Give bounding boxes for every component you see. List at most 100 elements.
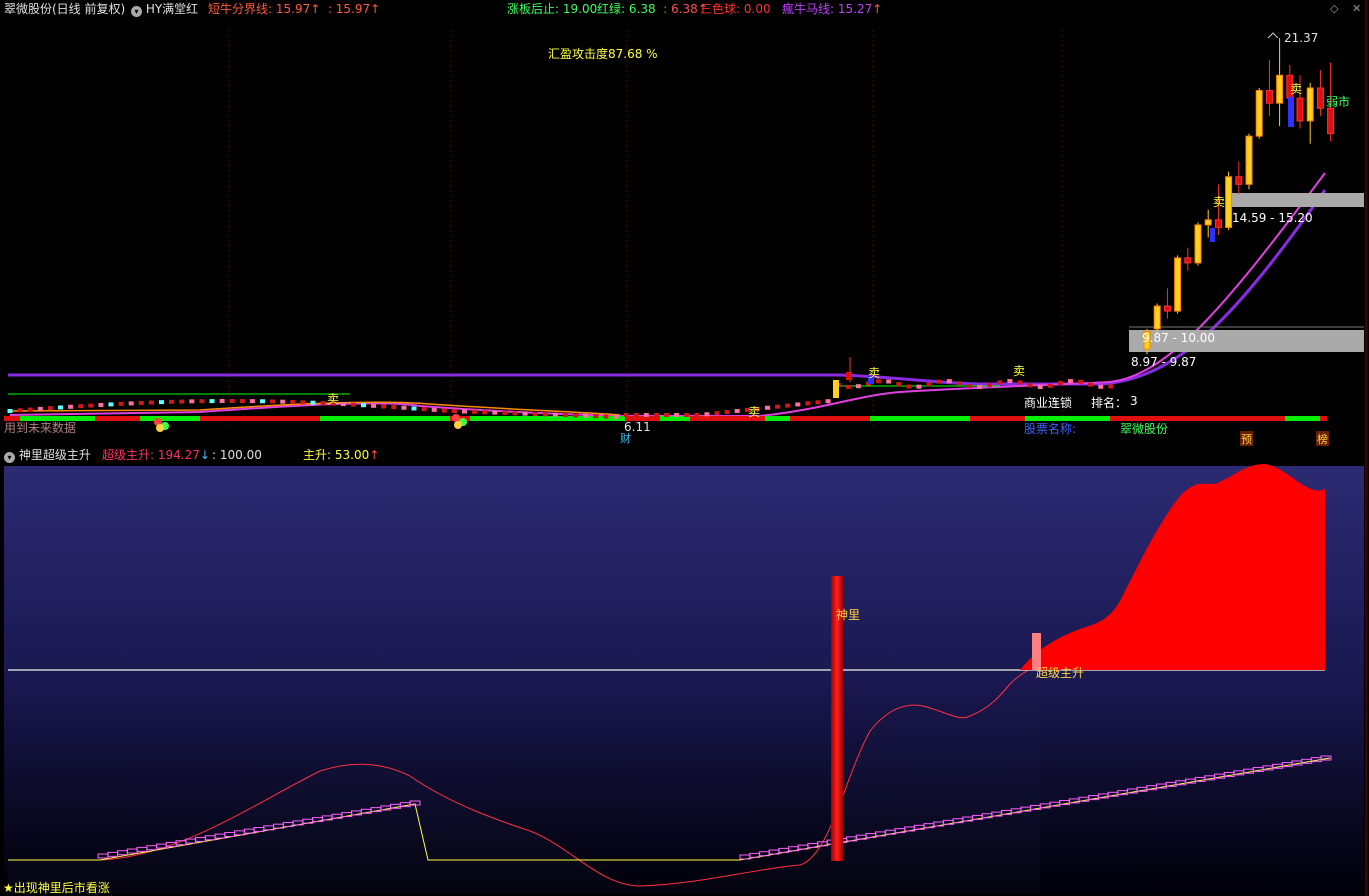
status-segment [870,416,970,421]
candle [785,403,791,408]
candle [441,408,447,413]
candle [17,408,23,413]
candle [128,401,134,406]
candle [310,400,316,405]
candle [1288,97,1294,127]
sub-title[interactable]: ▾ 神里超级主升 [4,447,91,463]
lower-zone-label-a: 9.87 - 10.00 [1142,331,1216,345]
candle [1057,381,1063,386]
candle [846,372,852,380]
level-readout: : 100.00 [212,448,262,462]
lower-zone-label-b: 8.97 - 9.87 [1131,355,1197,369]
info-name-label: 股票名称: [1024,422,1077,436]
candle [492,410,498,415]
upper-zone-label: 14.59 - 15.20 [1232,211,1313,225]
candle [502,410,508,415]
candle [946,379,952,384]
candle [805,401,811,406]
info-name-value: 翠微股份 [1120,422,1169,436]
sell-mark-2: 卖 [748,405,761,419]
candle [977,384,983,389]
candle [1017,380,1023,385]
crazy-bull-readout: 瘋牛马线: 15.27↑ [782,2,883,16]
info-topic: 商业连锁 [1024,396,1073,410]
sell-mark-6: 卖 [1290,82,1303,96]
candle [371,403,377,408]
dropdown-icon[interactable]: ▾ [131,6,142,17]
candle [1088,382,1094,387]
super-main-readout: 超级主升: 194.27↓ [102,448,210,462]
candle [169,399,175,404]
super-main-label: 超级主升 [1036,666,1085,680]
status-segment [470,416,625,421]
candle [78,404,84,409]
short-bull-readout: 短牛分界线: 15.97↑ : 15.97↑ [208,2,381,16]
candle [833,380,839,398]
upper-zone-box [1229,193,1364,207]
candle [684,413,690,417]
candle [1174,255,1182,314]
candle [815,400,821,405]
red-green-readout: 红绿: 6.38 : 6.38↑ [597,2,708,16]
status-segment [1285,416,1320,421]
candle [88,403,94,408]
status-segment [1320,416,1327,421]
candle [573,413,579,418]
candle [58,405,63,410]
candle [1194,222,1202,266]
candle [451,409,457,414]
candle [179,399,185,404]
indicator-name[interactable]: ▾ HY满堂红 [131,1,198,17]
market-state-label: 弱市 [1326,95,1351,109]
main-chart-svg[interactable] [0,0,1369,446]
collapse-up-icon[interactable]: ◇ [1330,2,1338,15]
status-segment [765,416,790,421]
candle [1108,384,1114,389]
sell-mark-5: 卖 [1213,195,1226,209]
candle [249,399,255,404]
candle [27,407,33,412]
candle [401,405,407,410]
candle [896,382,902,387]
status-segment [790,416,870,421]
main-up-readout: 主升: 53.00↑ [303,448,380,462]
candle [462,409,467,414]
candle [734,408,740,413]
candle [956,381,962,386]
candle [270,399,276,404]
status-segment [970,416,1025,421]
candle [239,399,245,404]
candle [926,382,932,387]
candle [189,399,195,404]
candle [1037,384,1043,389]
candle [795,402,801,407]
candle [775,404,781,409]
candle [320,401,326,406]
candle [280,399,286,404]
candle [482,410,488,415]
dropdown-icon[interactable]: ▾ [4,452,15,463]
sub-chart-panel[interactable]: ▾ 神里超级主升 超级主升: 194.27↓ : 100.00 主升: 53.0… [0,446,1369,896]
candle [209,399,215,404]
close-icon[interactable]: ✕ [1352,2,1361,15]
candle [633,413,639,417]
candle [714,411,720,416]
candle [300,400,306,405]
candle [603,414,609,419]
candle [1007,379,1013,384]
tag-rank[interactable]: 榜 [1316,431,1329,447]
candle [1078,379,1084,384]
shenli-label: 神里 [836,608,861,622]
sub-chart-svg[interactable] [0,446,1369,896]
candle [724,410,730,415]
candle [381,404,387,409]
candle [421,407,427,412]
candle [1245,133,1253,190]
candle [704,412,710,417]
candle [765,405,770,410]
main-chart-panel[interactable]: 翠微股份(日线 前复权) ▾ HY满堂红 短牛分界线: 15.97↑ : 15.… [0,0,1369,447]
candle [1047,383,1053,388]
candle [98,402,104,407]
candle [411,406,417,411]
tag-pre[interactable]: 预 [1240,431,1253,447]
